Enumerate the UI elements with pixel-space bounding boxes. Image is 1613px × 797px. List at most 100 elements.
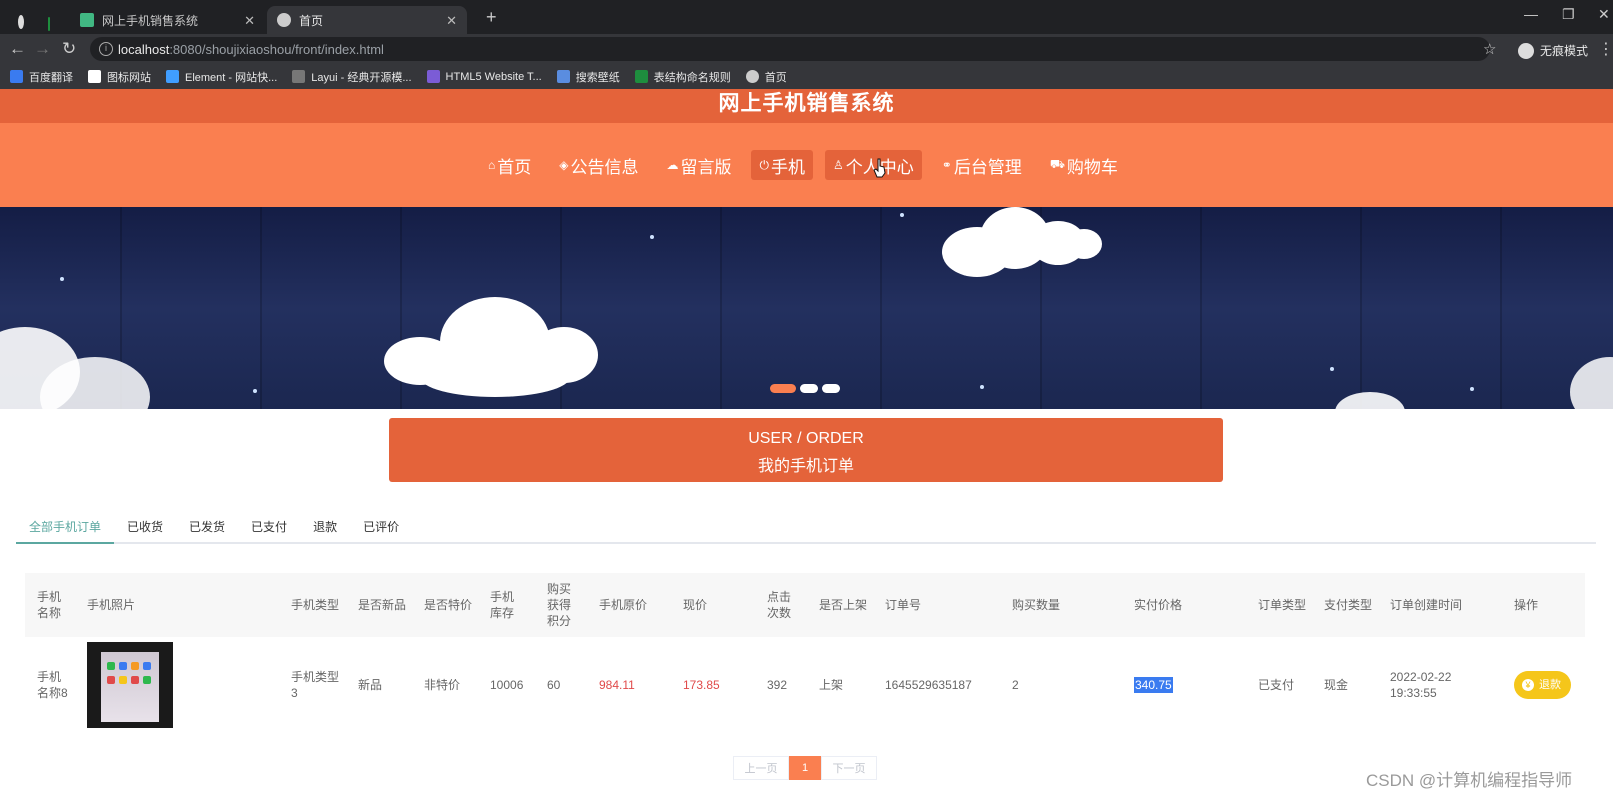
nav-home[interactable]: ⌂ 首页 (480, 150, 539, 180)
prev-page-button[interactable]: 上一页 (733, 756, 789, 780)
tab-refund[interactable]: 退款 (300, 510, 350, 544)
browser-tab-system[interactable]: 网上手机销售系统 ✕ (70, 6, 265, 34)
close-tab-icon[interactable]: ✕ (446, 13, 457, 29)
browser-tab-home[interactable]: 首页 ✕ (267, 6, 467, 34)
tab-shipped[interactable]: 已发货 (176, 510, 238, 544)
bookmark-label: HTML5 Website T... (445, 70, 542, 83)
bookmark-label: Layui - 经典开源模... (311, 71, 412, 84)
cell-clicks: 392 (767, 678, 788, 692)
cell-photo (87, 640, 177, 730)
nav-admin[interactable]: ⚭ 后台管理 (934, 150, 1030, 180)
column-header: 是否特价 (424, 598, 473, 612)
nav-message-board[interactable]: ☁ 留言版 (658, 150, 739, 180)
page-number-button[interactable]: 1 (789, 756, 821, 780)
cell-points: 60 (547, 678, 561, 692)
info-icon[interactable]: i (99, 42, 113, 56)
browser-logo-icon (8, 8, 32, 36)
plank-line (1360, 207, 1362, 409)
carousel-dot[interactable] (822, 384, 840, 393)
tab-title: 网上手机销售系统 (102, 13, 199, 28)
bookmark-item[interactable]: Layui - 经典开源模... (292, 69, 412, 85)
cell-paid-price: 340.75 (1134, 677, 1173, 693)
bookmark-label: 搜索壁纸 (575, 71, 620, 84)
table-row: 手机名称8 手机类型3 新品 非特价 10006 60 984.11 173.8… (25, 640, 1585, 730)
minimize-icon[interactable]: — (1524, 6, 1538, 22)
tab-reviewed[interactable]: 已评价 (350, 510, 412, 544)
refund-label: 退款 (1539, 679, 1561, 691)
restore-icon[interactable]: ❐ (1562, 6, 1575, 23)
column-header: 支付类型 (1324, 598, 1373, 612)
column-header: 操作 (1514, 598, 1539, 612)
incognito-indicator[interactable]: 无痕模式 (1518, 42, 1588, 59)
phone-screen (101, 652, 159, 722)
app-icon (107, 676, 115, 684)
refund-button[interactable]: ¥ 退款 (1514, 671, 1571, 699)
browser-menu-icon[interactable]: ⋮ (1598, 39, 1613, 59)
new-tab-icon[interactable]: + (486, 7, 497, 28)
cell-created: 2022-02-22 19:33:55 (1390, 670, 1452, 700)
reload-icon[interactable]: ↻ (62, 39, 76, 59)
forward-icon[interactable]: → (34, 39, 51, 59)
bookmark-item[interactable]: 搜索壁纸 (556, 69, 620, 85)
next-page-button[interactable]: 下一页 (821, 756, 877, 780)
cloud-icon: ☁ (666, 158, 679, 172)
url-field[interactable]: i localhost:8080/shoujixiaoshou/front/in… (90, 37, 1490, 61)
address-bar-row: ← → ↻ i localhost:8080/shoujixiaoshou/fr… (0, 34, 1613, 64)
column-header: 实付价格 (1134, 598, 1183, 612)
yen-icon: ¥ (1522, 679, 1534, 691)
close-tab-icon[interactable]: ✕ (244, 13, 255, 29)
column-header: 订单类型 (1258, 598, 1307, 612)
cell-order-no: 1645529635187 (885, 678, 972, 692)
nav-cart[interactable]: ⛟ 购物车 (1042, 150, 1126, 180)
bookmark-item[interactable]: Element - 网站快... (166, 69, 277, 85)
nav-label: 后台管理 (953, 157, 1022, 177)
column-header: 手机库存 (490, 590, 515, 620)
cell-paid-price-wrap: 340.75 (1134, 640, 1214, 730)
bookmark-star-icon[interactable]: ☆ (1483, 40, 1496, 58)
phone-photo[interactable] (87, 642, 173, 728)
vue-favicon-icon (80, 13, 94, 27)
star-dot (1330, 367, 1334, 371)
nav-phone[interactable]: ⏻ 手机 (751, 150, 813, 180)
bookmark-item[interactable]: 表结构命名规则 (634, 69, 731, 85)
home-icon: ⌂ (488, 158, 496, 172)
tab-received[interactable]: 已收货 (114, 510, 176, 544)
bookmark-item[interactable]: 百度翻译 (10, 69, 73, 85)
tab-all-orders[interactable]: 全部手机订单 (16, 510, 115, 544)
section-title-en: USER / ORDER (748, 430, 864, 447)
carousel-dot[interactable] (770, 384, 796, 393)
cell-type: 手机类型3 (291, 670, 340, 700)
cloud-shape (1335, 392, 1405, 409)
nav-label: 留言版 (680, 157, 732, 177)
cell-is-new: 新品 (358, 678, 383, 692)
star-dot (980, 385, 984, 389)
site-title-bar: 网上手机销售系统 (0, 89, 1613, 123)
tab-paid[interactable]: 已支付 (238, 510, 300, 544)
carousel-dot[interactable] (800, 384, 818, 393)
bookmark-item[interactable]: 首页 (745, 69, 787, 85)
cell-is-special: 非特价 (424, 678, 461, 692)
url-host: localhost (118, 41, 170, 57)
order-status-tabs: 全部手机订单 已收货 已发货 已支付 退款 已评价 (16, 510, 1596, 544)
star-dot (1470, 387, 1474, 391)
bookmark-item[interactable]: HTML5 Website T... (426, 70, 542, 83)
nav-notice[interactable]: ◈ 公告信息 (551, 150, 646, 180)
incognito-label: 无痕模式 (1540, 44, 1589, 58)
banner-carousel[interactable] (0, 207, 1613, 409)
cell-pay-type: 现金 (1324, 678, 1349, 692)
nav-label: 手机 (770, 157, 805, 177)
bookmark-item[interactable]: 图标网站 (88, 69, 151, 85)
layui-icon (292, 70, 306, 83)
link-icon: ⚭ (941, 158, 952, 172)
back-icon[interactable]: ← (9, 39, 26, 59)
url-path: :8080/shoujixiaoshou/front/index.html (169, 41, 384, 57)
close-window-icon[interactable]: ✕ (1598, 6, 1610, 23)
app-icon (119, 676, 127, 684)
star-dot (60, 277, 64, 281)
column-header: 手机名称 (37, 590, 62, 620)
app-icon (107, 662, 115, 670)
element-icon (166, 70, 179, 83)
globe-icon (745, 70, 759, 83)
cell-current-price: 173.85 (683, 678, 720, 692)
app-icon (131, 662, 139, 670)
